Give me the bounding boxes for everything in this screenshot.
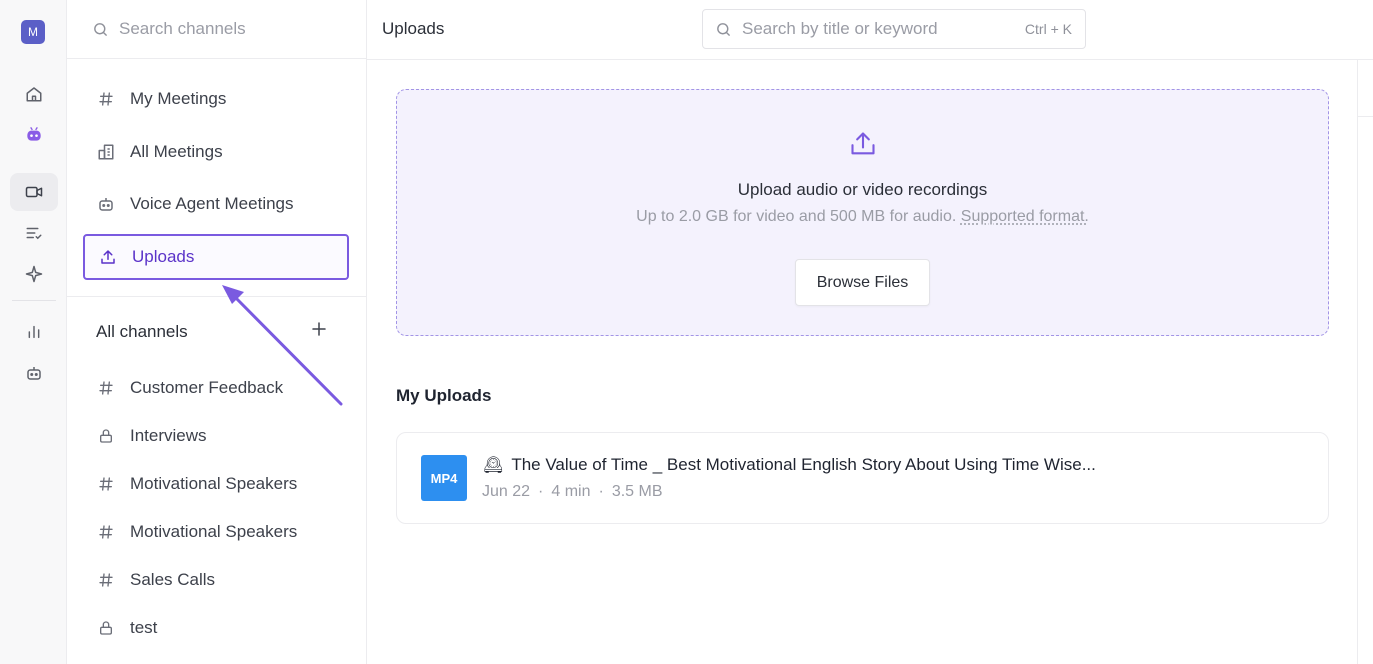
file-type-badge: MP4	[421, 455, 467, 501]
keyboard-shortcut-hint: Ctrl + K	[1025, 21, 1072, 37]
bot-icon[interactable]	[10, 354, 58, 392]
upload-meta: Jun 22 · 4 min · 3.5 MB	[482, 483, 663, 501]
channel-item[interactable]: Customer Feedback	[96, 373, 283, 403]
channel-search-input[interactable]: Search channels	[119, 19, 246, 39]
upload-icon	[98, 247, 118, 267]
sparkle-icon[interactable]	[10, 255, 58, 293]
hash-icon	[96, 474, 116, 494]
global-search[interactable]: Search by title or keyword Ctrl + K	[702, 9, 1086, 49]
add-channel-button[interactable]	[308, 318, 330, 340]
hash-icon	[96, 378, 116, 398]
channel-label: Motivational Speakers	[130, 474, 297, 494]
global-search-input[interactable]: Search by title or keyword	[742, 19, 938, 39]
upload-dropzone[interactable]: Upload audio or video recordings Up to 2…	[396, 89, 1329, 336]
assistant-bot-icon[interactable]	[10, 115, 58, 153]
upload-date: Jun 22	[482, 483, 530, 501]
channel-sidebar: Search channels My Meetings All Meetings…	[67, 0, 367, 664]
nav-item-label: My Meetings	[130, 89, 226, 109]
main-panel: Uploads Search by title or keyword Ctrl …	[367, 0, 1373, 664]
video-icon[interactable]	[10, 173, 58, 211]
icon-rail: M	[0, 0, 67, 664]
channel-label: Motivational Speakers	[130, 522, 297, 542]
channel-item[interactable]: Motivational Speakers	[96, 469, 297, 499]
upload-icon	[849, 130, 877, 163]
bot-icon	[96, 194, 116, 214]
workspace-avatar[interactable]: M	[21, 20, 45, 44]
top-bar: Uploads Search by title or keyword Ctrl …	[367, 0, 1373, 60]
channel-label: Sales Calls	[130, 570, 215, 590]
nav-item-voice-agent-meetings[interactable]: Voice Agent Meetings	[83, 181, 349, 227]
sidebar-divider	[67, 296, 366, 297]
search-icon	[92, 21, 109, 38]
rail-divider	[12, 300, 56, 301]
browse-files-button[interactable]: Browse Files	[795, 259, 930, 306]
nav-item-all-meetings[interactable]: All Meetings	[83, 129, 349, 175]
hash-icon	[96, 570, 116, 590]
lock-icon	[96, 426, 116, 446]
search-icon	[715, 21, 732, 38]
home-icon[interactable]	[10, 75, 58, 113]
right-panel-edge	[1357, 60, 1373, 664]
channel-label: test	[130, 618, 157, 638]
nav-item-uploads[interactable]: Uploads	[83, 234, 349, 280]
channel-label: Interviews	[130, 426, 207, 446]
checklist-icon[interactable]	[10, 214, 58, 252]
nav-item-label: All Meetings	[130, 142, 223, 162]
channels-header: All channels	[96, 322, 188, 342]
channel-item[interactable]: Sales Calls	[96, 565, 215, 595]
channel-label: Customer Feedback	[130, 378, 283, 398]
nav-item-label: Uploads	[132, 247, 194, 267]
hash-icon	[96, 522, 116, 542]
upload-duration: 4 min	[551, 483, 590, 501]
dropzone-heading: Upload audio or video recordings	[397, 180, 1328, 200]
lock-icon	[96, 618, 116, 638]
channel-search[interactable]: Search channels	[67, 0, 366, 59]
upload-item[interactable]: MP4 🕰 The Value of Time _ Best Motivatio…	[396, 432, 1329, 524]
channel-item[interactable]: Motivational Speakers	[96, 517, 297, 547]
upload-title: The Value of Time _ Best Motivational En…	[511, 455, 1096, 475]
page-title: Uploads	[382, 19, 444, 39]
hash-icon	[96, 89, 116, 109]
clock-emoji: 🕰	[483, 455, 503, 475]
upload-size: 3.5 MB	[612, 483, 663, 501]
plus-icon	[310, 320, 328, 338]
channel-item[interactable]: Interviews	[96, 421, 207, 451]
my-uploads-heading: My Uploads	[396, 386, 491, 406]
channel-item[interactable]: test	[96, 613, 157, 643]
nav-item-my-meetings[interactable]: My Meetings	[83, 76, 349, 122]
nav-item-label: Voice Agent Meetings	[130, 194, 294, 214]
building-icon	[96, 142, 116, 162]
dropzone-subtext: Up to 2.0 GB for video and 500 MB for au…	[397, 208, 1328, 226]
supported-format-link[interactable]: Supported format.	[961, 208, 1089, 225]
analytics-icon[interactable]	[10, 313, 58, 351]
dropzone-limits: Up to 2.0 GB for video and 500 MB for au…	[636, 208, 956, 225]
